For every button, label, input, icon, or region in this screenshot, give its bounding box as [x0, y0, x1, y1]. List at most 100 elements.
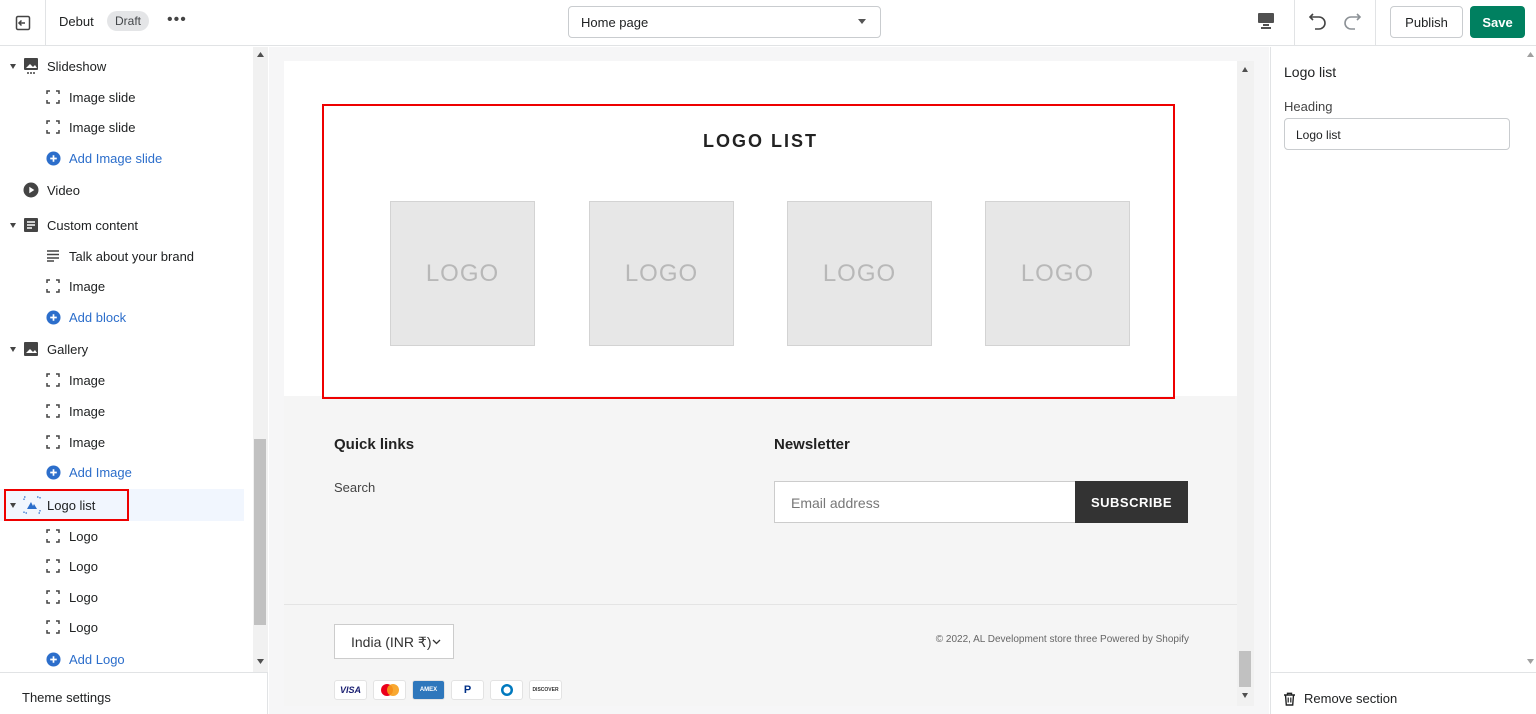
block-item[interactable]: Image slide: [0, 112, 253, 142]
section-custom-content[interactable]: Custom content: [0, 210, 253, 240]
preview-scrollbar[interactable]: [1237, 61, 1254, 706]
chevron-down-icon: [858, 19, 866, 24]
preview-scroll-thumb[interactable]: [1239, 651, 1251, 687]
play-icon: [23, 182, 39, 198]
add-block-label: Add Image slide: [69, 150, 163, 166]
heading-label: Heading: [1284, 99, 1333, 114]
scroll-down-icon[interactable]: [1242, 693, 1248, 698]
search-link[interactable]: Search: [334, 480, 375, 495]
heading-input[interactable]: Logo list: [1284, 118, 1510, 150]
section-video[interactable]: Video: [0, 175, 253, 205]
toolbar-divider: [1294, 0, 1295, 46]
paypal-icon: P: [451, 680, 484, 700]
publish-button[interactable]: Publish: [1390, 6, 1463, 38]
add-block-button[interactable]: Add Image slide: [0, 143, 253, 173]
section-label: Gallery: [47, 341, 89, 357]
block-label: Image: [69, 372, 106, 388]
block-label: Image: [69, 278, 106, 294]
panel-footer: Remove section: [1271, 672, 1536, 714]
desktop-icon: [1258, 13, 1274, 29]
block-frame-icon: [46, 620, 60, 634]
diners-icon: [490, 680, 523, 700]
block-label: Logo: [69, 558, 98, 574]
section-label: Custom content: [47, 217, 139, 233]
subscribe-button[interactable]: SUBSCRIBE: [1075, 481, 1188, 523]
block-frame-icon: [46, 279, 60, 293]
plus-circle-icon: [46, 150, 61, 166]
block-item[interactable]: Image: [0, 271, 253, 301]
trash-icon: [1284, 692, 1295, 706]
block-label: Image slide: [69, 119, 136, 135]
sidebar-scroll-thumb[interactable]: [254, 439, 266, 625]
section-gallery[interactable]: Gallery: [0, 334, 253, 364]
block-item[interactable]: Image slide: [0, 82, 253, 112]
device-preview-button[interactable]: [1257, 10, 1279, 34]
add-block-label: Add Logo: [69, 651, 125, 667]
add-block-button[interactable]: Add block: [0, 302, 253, 332]
payment-icons: VISA AMEX P DISCOVER: [334, 680, 562, 700]
email-input[interactable]: Email address: [774, 481, 1076, 523]
remove-section-label: Remove section: [1304, 691, 1398, 706]
visa-icon: VISA: [334, 680, 367, 700]
exit-button[interactable]: [0, 0, 46, 46]
block-frame-icon: [46, 404, 60, 418]
block-label: Logo: [69, 619, 98, 635]
sidebar-scrollbar[interactable]: [253, 47, 268, 672]
block-item[interactable]: Logo: [0, 521, 253, 551]
currency-selector[interactable]: India (INR ₹): [334, 624, 454, 659]
mastercard-icon: [373, 680, 406, 700]
highlight-frame: [322, 104, 1175, 399]
block-item[interactable]: Logo: [0, 612, 253, 642]
page-selector[interactable]: Home page: [568, 6, 881, 38]
block-item[interactable]: Talk about your brand: [0, 241, 253, 271]
block-item[interactable]: Image: [0, 365, 253, 395]
block-item[interactable]: Logo: [0, 582, 253, 612]
add-block-label: Add Image: [69, 464, 132, 480]
scroll-up-icon[interactable]: [1527, 52, 1534, 57]
theme-name: Debut: [59, 14, 94, 29]
section-label: Video: [47, 182, 81, 198]
scroll-up-icon[interactable]: [257, 52, 264, 57]
scroll-up-icon[interactable]: [1242, 67, 1248, 72]
panel-title: Logo list: [1284, 64, 1337, 80]
caret-down-icon[interactable]: [10, 63, 16, 69]
chevron-down-icon: [432, 639, 441, 645]
redo-button[interactable]: [1341, 10, 1363, 37]
panel-scrollbar[interactable]: [1524, 47, 1536, 672]
block-frame-icon: [46, 435, 60, 449]
caret-down-icon[interactable]: [10, 346, 16, 352]
more-actions-button[interactable]: •••: [167, 11, 187, 29]
undo-button[interactable]: [1307, 10, 1329, 37]
redo-icon: [1344, 13, 1362, 30]
newsletter-heading: Newsletter: [774, 436, 850, 453]
scroll-down-icon[interactable]: [257, 659, 264, 664]
block-label: Logo: [69, 528, 98, 544]
add-block-button[interactable]: Add Image: [0, 457, 253, 487]
plus-circle-icon: [46, 309, 61, 325]
add-block-button[interactable]: Add Logo: [0, 644, 253, 674]
sections-sidebar: Slideshow Image slide Image slide Add Im…: [0, 47, 268, 714]
theme-settings-link[interactable]: Theme settings: [0, 672, 268, 714]
caret-down-icon[interactable]: [10, 222, 16, 228]
save-button[interactable]: Save: [1470, 6, 1525, 38]
block-item[interactable]: Image: [0, 427, 253, 457]
block-item[interactable]: Logo: [0, 551, 253, 581]
undo-icon: [1308, 13, 1326, 30]
block-frame-icon: [46, 590, 60, 604]
add-block-label: Add block: [69, 309, 127, 325]
text-lines-icon: [47, 250, 59, 262]
block-item[interactable]: Image: [0, 396, 253, 426]
text-block-icon: [24, 218, 38, 232]
plus-circle-icon: [46, 651, 61, 667]
draft-badge: Draft: [107, 11, 150, 31]
block-frame-icon: [46, 529, 60, 543]
block-label: Image: [69, 434, 106, 450]
top-bar: Debut Draft ••• Home page Publish Save: [0, 0, 1536, 46]
slideshow-icon: [24, 58, 38, 74]
highlight-frame: [4, 489, 129, 521]
block-frame-icon: [46, 559, 60, 573]
scroll-down-icon[interactable]: [1527, 659, 1534, 664]
section-slideshow[interactable]: Slideshow: [0, 51, 253, 81]
remove-section-button[interactable]: Remove section: [1283, 691, 1397, 706]
image-icon: [24, 342, 38, 356]
